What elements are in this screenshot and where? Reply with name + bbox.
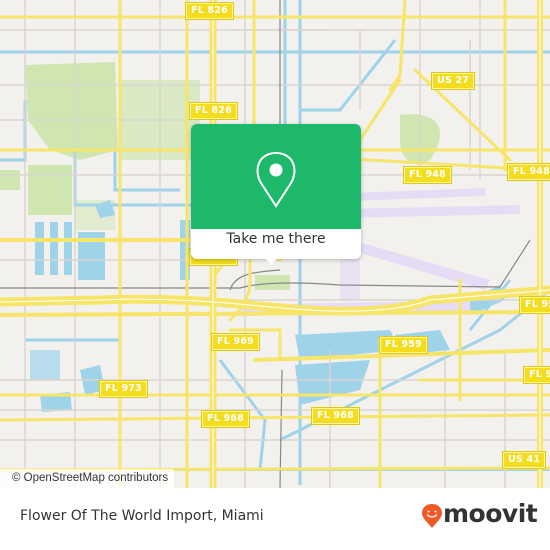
take-me-there-popup[interactable]: Take me there [191, 124, 361, 265]
popup-header[interactable] [191, 124, 361, 229]
road-shield-fl95-right: FL 95 [520, 297, 550, 313]
road-shield-fl969: FL 969 [212, 334, 259, 350]
road-shield-us41: US 41 [503, 452, 546, 468]
road-shield-us27: US 27 [432, 73, 475, 89]
park-golf [25, 62, 118, 160]
popup-pointer [263, 256, 279, 265]
road-shield-fl826-top: FL 826 [186, 3, 233, 19]
moovit-logo-icon [422, 504, 442, 528]
moovit-brand-name: moovit [443, 499, 538, 528]
road-shield-fl968-b: FL 968 [312, 408, 359, 424]
road-shield-fl826-mid: FL 826 [190, 103, 237, 119]
map-attribution[interactable]: © OpenStreetMap contributors [0, 469, 175, 488]
road-shield-fl968-a: FL 968 [202, 411, 249, 427]
road-shield-fl973: FL 973 [100, 381, 147, 397]
road-shield-fl948-a: FL 948 [404, 167, 451, 183]
location-pin-icon [256, 152, 296, 208]
take-me-there-button[interactable]: Take me there [191, 231, 361, 247]
road-shield-fl9-right: FL 9 [524, 367, 550, 383]
road-shield-fl948-b: FL 948 [508, 164, 550, 180]
road-shield-fl959: FL 959 [380, 337, 427, 353]
place-title: Flower Of The World Import, Miami [20, 508, 264, 524]
